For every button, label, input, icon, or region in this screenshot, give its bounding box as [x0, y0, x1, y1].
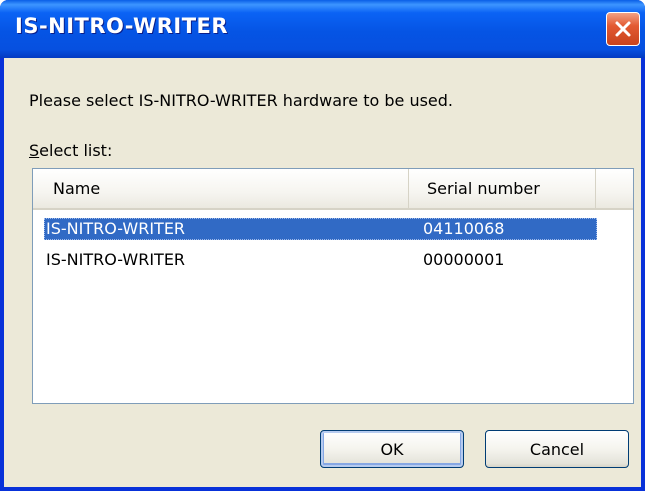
title-bar[interactable]: IS-NITRO-WRITER: [0, 0, 645, 58]
select-list-label: Select list:: [29, 141, 112, 160]
select-list-accelerator: S: [29, 141, 40, 160]
close-button[interactable]: [606, 12, 640, 46]
list-row[interactable]: IS-NITRO-WRITER 00000001: [44, 249, 597, 271]
row-name: IS-NITRO-WRITER: [46, 250, 186, 269]
select-list-label-text: elect list:: [39, 141, 113, 160]
cancel-button[interactable]: Cancel: [485, 430, 629, 468]
row-serial: 04110068: [423, 219, 505, 238]
dialog-window: IS-NITRO-WRITER Please select IS-NITRO-W…: [0, 0, 645, 491]
close-icon: [615, 21, 631, 37]
column-header-serial[interactable]: Serial number: [410, 169, 596, 208]
window-title: IS-NITRO-WRITER: [15, 14, 229, 38]
row-name: IS-NITRO-WRITER: [46, 219, 186, 238]
ok-button[interactable]: OK: [320, 430, 464, 468]
row-serial: 00000001: [423, 250, 505, 269]
instruction-text: Please select IS-NITRO-WRITER hardware t…: [29, 91, 454, 110]
list-header: Name Serial number: [33, 169, 633, 210]
hardware-list[interactable]: Name Serial number IS-NITRO-WRITER 04110…: [32, 168, 634, 404]
list-row-selected[interactable]: IS-NITRO-WRITER 04110068: [44, 218, 597, 240]
column-header-name[interactable]: Name: [33, 169, 409, 208]
